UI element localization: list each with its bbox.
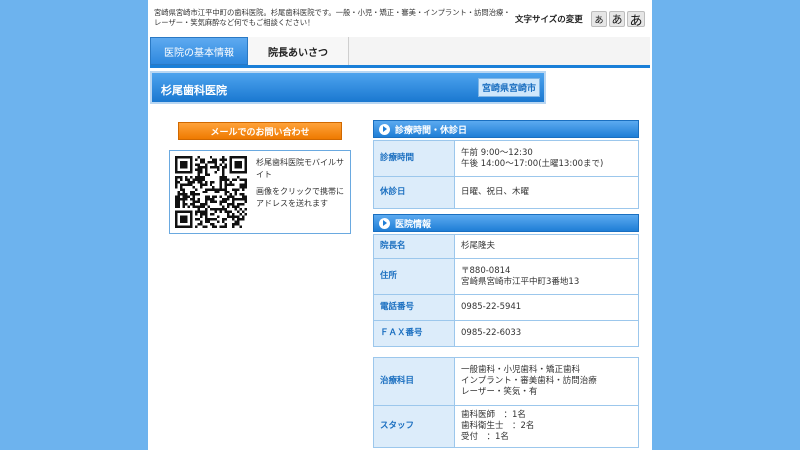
row-label: ＦＡＸ番号 (373, 320, 455, 347)
table-row: 診療時間 午前 9:00～12:30 午後 14:00～17:00(土曜13:0… (373, 140, 639, 177)
row-label: 住所 (373, 258, 455, 295)
mobile-site-box: 杉尾歯科医院モバイルサイト 画像をクリックで携帯にアドレスを送れます (169, 150, 351, 234)
font-size-label: 文字サイズの変更 (515, 15, 583, 25)
row-label: 治療科目 (373, 357, 455, 406)
qr-instructions: 画像をクリックで携帯にアドレスを送れます (256, 187, 344, 208)
hours-table: 診療時間 午前 9:00～12:30 午後 14:00～17:00(土曜13:0… (373, 140, 639, 209)
nav-tabs: 医院の基本情報 院長あいさつ (150, 37, 650, 68)
top-bar: 宮崎県宮崎市江平中町の歯科医院。杉尾歯科医院です。一般・小児・矯正・審美・インプ… (148, 0, 652, 36)
value-line: 受付 ：1名 (461, 432, 509, 442)
qr-code-icon[interactable] (175, 156, 247, 228)
font-size-small-button[interactable]: あ (591, 11, 607, 27)
row-value: 〒880-0814 宮崎県宮崎市江平中町3番地13 (454, 258, 639, 295)
row-value: 一般歯科・小児歯科・矯正歯科 インプラント・審美歯科・訪問治療 レーザー・笑気・… (454, 357, 639, 406)
table-row: ＦＡＸ番号 0985-22-6033 (373, 320, 639, 347)
value-line: 午後 14:00～17:00(土曜13:00まで) (461, 158, 604, 169)
value-line: 歯科衛生士 ：2名 (461, 421, 535, 431)
row-label: 休診日 (373, 176, 455, 209)
tab-basic-info[interactable]: 医院の基本情報 (150, 37, 248, 65)
tab-director-greeting[interactable]: 院長あいさつ (248, 37, 349, 65)
row-value: 歯科医師 ：1名 歯科衛生士 ：2名 受付 ：1名 (454, 405, 639, 448)
value-line: インプラント・審美歯科・訪問治療 (461, 376, 597, 386)
table-row: スタッフ 歯科医師 ：1名 歯科衛生士 ：2名 受付 ：1名 (373, 405, 639, 448)
table-row: 休診日 日曜、祝日、木曜 (373, 176, 639, 209)
row-label: 診療時間 (373, 140, 455, 177)
hours-section-title: 診療時間・休診日 (395, 125, 468, 136)
row-label: スタッフ (373, 405, 455, 448)
row-value: 0985-22-5941 (454, 294, 639, 321)
table-row: 住所 〒880-0814 宮崎県宮崎市江平中町3番地13 (373, 258, 639, 295)
table-row: 院長名 杉尾隆夫 (373, 234, 639, 259)
qr-title: 杉尾歯科医院モバイルサイト (256, 158, 344, 179)
row-value: 杉尾隆夫 (454, 234, 639, 259)
table-row: 電話番号 0985-22-5941 (373, 294, 639, 321)
clinic-table: 院長名 杉尾隆夫 住所 〒880-0814 宮崎県宮崎市江平中町3番地13 電話… (373, 234, 639, 347)
value-line: レーザー・笑気・有 (461, 387, 538, 397)
location-tag[interactable]: 宮崎県宮崎市 (478, 78, 540, 97)
treatment-table: 治療科目 一般歯科・小児歯科・矯正歯科 インプラント・審美歯科・訪問治療 レーザ… (373, 357, 639, 448)
value-line: 歯科医師 ：1名 (461, 410, 526, 420)
page: 宮崎県宮崎市江平中町の歯科医院。杉尾歯科医院です。一般・小児・矯正・審美・インプ… (148, 0, 652, 450)
value-line: 宮崎県宮崎市江平中町3番地13 (461, 276, 580, 287)
arrow-right-icon (379, 123, 390, 135)
row-value: 0985-22-6033 (454, 320, 639, 347)
font-size-medium-button[interactable]: あ (609, 11, 625, 27)
value-line: 一般歯科・小児歯科・矯正歯科 (461, 365, 581, 375)
font-size-large-button[interactable]: あ (627, 11, 645, 29)
arrow-right-icon (379, 217, 390, 229)
row-value: 午前 9:00～12:30 午後 14:00～17:00(土曜13:00まで) (454, 140, 639, 177)
site-description: 宮崎県宮崎市江平中町の歯科医院。杉尾歯科医院です。一般・小児・矯正・審美・インプ… (154, 8, 511, 27)
row-label: 院長名 (373, 234, 455, 259)
row-label: 電話番号 (373, 294, 455, 321)
row-value: 日曜、祝日、木曜 (454, 176, 639, 209)
clinic-section-header: 医院情報 (373, 214, 639, 232)
clinic-name: 杉尾歯科医院 (161, 84, 227, 97)
table-row: 治療科目 一般歯科・小児歯科・矯正歯科 インプラント・審美歯科・訪問治療 レーザ… (373, 357, 639, 406)
clinic-banner: 杉尾歯科医院 宮崎県宮崎市 (150, 71, 546, 104)
qr-description: 杉尾歯科医院モバイルサイト 画像をクリックで携帯にアドレスを送れます (256, 157, 348, 215)
value-line: 午前 9:00～12:30 (461, 147, 533, 158)
value-line: 〒880-0814 (461, 265, 511, 276)
hours-section-header: 診療時間・休診日 (373, 120, 639, 138)
clinic-section-title: 医院情報 (395, 219, 432, 230)
mail-contact-button[interactable]: メールでのお問い合わせ (178, 122, 342, 140)
